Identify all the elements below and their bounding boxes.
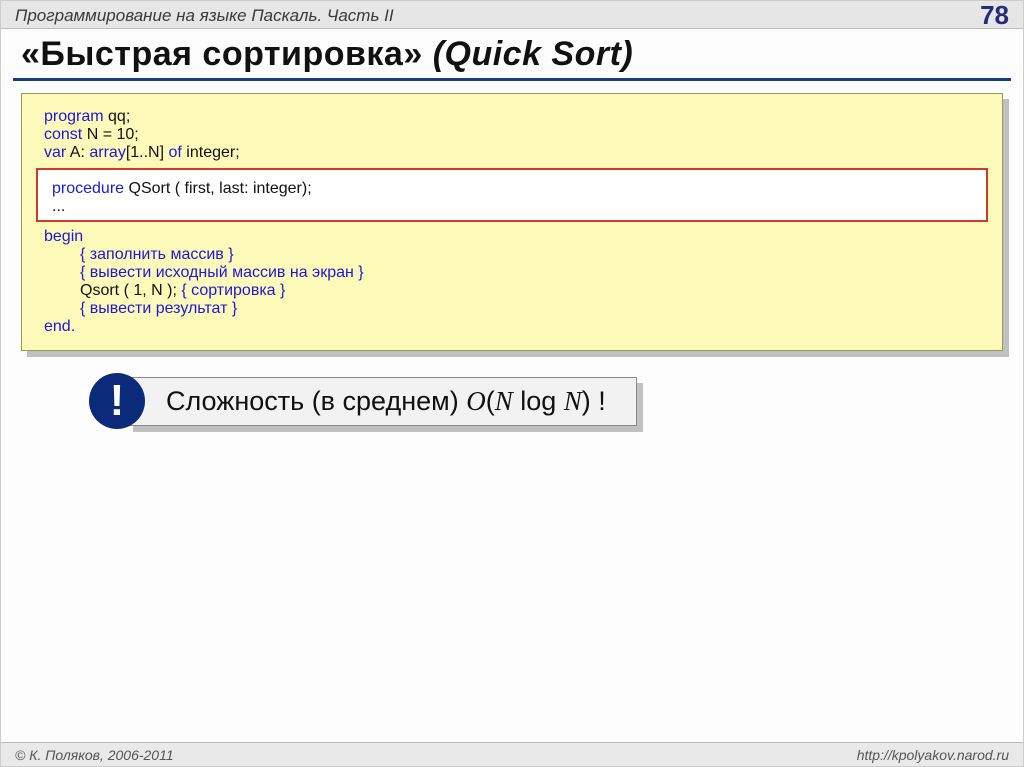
code-text: [1..N] [126,144,169,161]
complexity-callout: ! Сложность (в среднем) O(N log N) ! [89,373,1023,429]
slide: Программирование на языке Паскаль. Часть… [0,0,1024,767]
code-block: program qq; const N = 10; var A: array[1… [21,93,1003,351]
exclamation-icon: ! [89,373,145,429]
comment-sort: { сортировка } [181,282,285,299]
kw-procedure: procedure [52,180,124,197]
title-underline [13,78,1011,81]
comment-print-result: { вывести результат } [80,300,237,317]
kw-end: end. [44,318,75,335]
comment-print-input: { вывести исходный массив на экран } [80,264,364,281]
bigO: O [466,386,486,416]
var-n1: N [495,386,513,416]
code-text: QSort ( first, last: integer); [124,180,312,197]
complexity-label: Сложность (в среднем) [166,386,466,416]
var-n2: N [564,386,582,416]
kw-program: program [44,108,104,125]
code-text: integer; [182,144,240,161]
title-paren: (Quick Sort) [433,35,634,73]
kw-const: const [44,126,82,143]
log-text: log [513,386,564,416]
code-text: qq; [104,108,131,125]
highlighted-procedure-box: procedure QSort ( first, last: integer);… [36,168,988,222]
code-qsort-call: Qsort ( 1, N ); [80,282,181,299]
copyright: © К. Поляков, 2006-2011 [15,747,174,763]
paren-open: ( [486,386,495,416]
code-ellipsis: ... [52,198,65,215]
top-bar: Программирование на языке Паскаль. Часть… [1,1,1023,29]
complexity-tail: ! [591,386,606,416]
complexity-box: Сложность (в среднем) O(N log N) ! [127,377,637,426]
course-title: Программирование на языке Паскаль. Часть… [15,6,394,26]
kw-of: of [169,144,182,161]
kw-begin: begin [44,228,83,245]
code-text: A: [66,144,89,161]
title-quoted: «Быстрая сортировка» [21,35,423,73]
footer-url: http://kpolyakov.narod.ru [857,747,1009,763]
comment-fill: { заполнить массив } [80,246,234,263]
kw-var: var [44,144,66,161]
page-number: 78 [980,0,1009,31]
code-text: N = 10; [82,126,138,143]
slide-title: «Быстрая сортировка» (Quick Sort) [1,29,1023,78]
kw-array: array [89,144,125,161]
footer: © К. Поляков, 2006-2011 http://kpolyakov… [1,742,1023,766]
paren-close: ) [582,386,591,416]
code-inner: program qq; const N = 10; var A: array[1… [21,93,1003,351]
